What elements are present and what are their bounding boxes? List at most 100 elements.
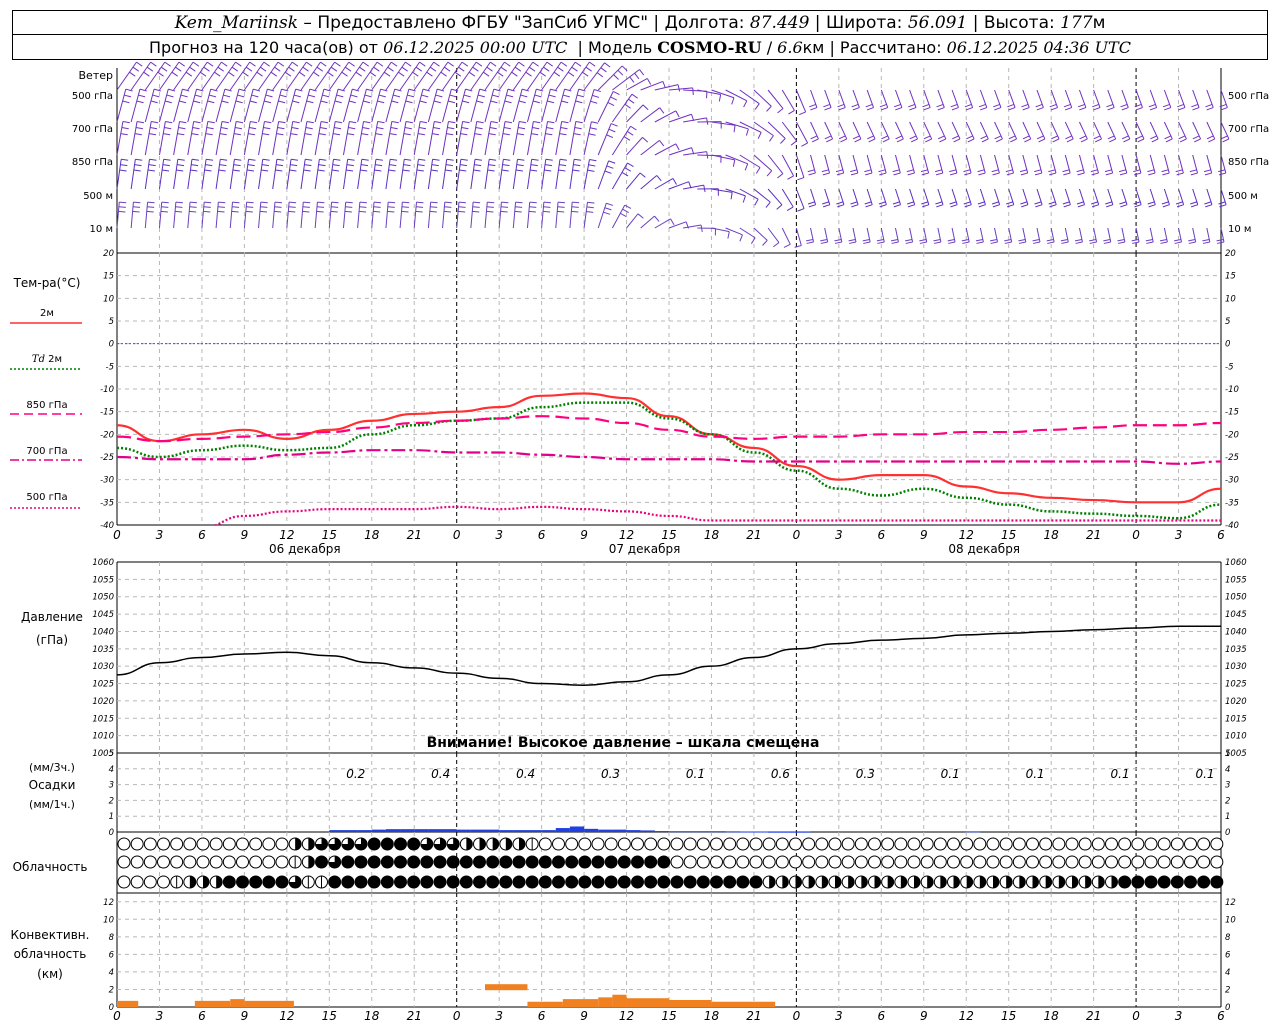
cloud-half-2-59 bbox=[900, 876, 907, 888]
wind-feather-3-11-2 bbox=[275, 169, 283, 172]
wind-feather-2-34-2 bbox=[606, 134, 614, 138]
ytick-left-253-1: 15 bbox=[103, 272, 114, 282]
wind-feather-2-12-1 bbox=[291, 127, 299, 130]
wind-feather-1-12-1 bbox=[293, 94, 301, 98]
wind-feather-3-60-1 bbox=[963, 201, 971, 205]
wind-feather-1-7-1 bbox=[223, 94, 231, 98]
wind-feather-1-77-0 bbox=[1208, 138, 1215, 143]
legend-700-label: 700 гПа bbox=[26, 446, 67, 457]
time-tick-lower-26: 6 bbox=[1217, 1009, 1225, 1023]
wind-feather-3-62-1 bbox=[991, 201, 999, 205]
wind-feather-0-76-0 bbox=[1192, 107, 1200, 111]
wind-feather-0-0-0 bbox=[136, 61, 143, 67]
wind-feather-3-38-0 bbox=[672, 178, 677, 185]
cloud-circle-1-67 bbox=[999, 855, 1013, 869]
wind-feather-3-78-0 bbox=[1219, 204, 1227, 208]
wind-barb-2-26 bbox=[484, 121, 492, 156]
cloud-half-2-71 bbox=[1058, 876, 1065, 888]
cloud-circle-1-5 bbox=[183, 855, 197, 869]
wind-feather-2-20-1 bbox=[404, 127, 412, 130]
cloud-circle-1-77 bbox=[1131, 855, 1145, 869]
cloud-circle-0-3 bbox=[157, 837, 170, 851]
cloud-circle-1-20 bbox=[380, 855, 394, 869]
wind-feather-0-77-1 bbox=[1205, 103, 1213, 108]
cloud-half-0-26 bbox=[466, 838, 473, 850]
wind-barb-2-22 bbox=[427, 121, 435, 156]
wind-feather-3-14-1 bbox=[318, 164, 326, 167]
precip-bar-26 bbox=[697, 831, 712, 833]
time-tick-upper-5: 15 bbox=[322, 528, 337, 542]
wind-feather-4-29-1 bbox=[529, 206, 537, 208]
wind-feather-4-78-0 bbox=[1217, 241, 1225, 244]
wind-feather-0-72-0 bbox=[1135, 107, 1143, 111]
wind-feather-2-6-0 bbox=[207, 121, 215, 124]
precip-label-5: 0.6 bbox=[771, 767, 790, 781]
cloud-half-2-50 bbox=[782, 876, 789, 888]
wind-feather-1-3-2 bbox=[164, 100, 172, 104]
wind-feather-4-24-1 bbox=[458, 206, 466, 208]
precip-label-9: 0.1 bbox=[1111, 767, 1130, 781]
wind-feather-0-59-0 bbox=[951, 107, 959, 111]
wind-barb-1-76 bbox=[1192, 121, 1202, 140]
cloud-circle-0-22 bbox=[407, 837, 421, 851]
precip-bar-22 bbox=[640, 830, 655, 832]
wind-feather-0-10-0 bbox=[277, 61, 285, 67]
wind-feather-2-21-1 bbox=[418, 127, 427, 130]
cloud-circle-0-74 bbox=[1091, 837, 1105, 851]
cloud-circle-0-66 bbox=[986, 837, 1000, 851]
wind-feather-0-65-1 bbox=[1035, 103, 1043, 108]
legend-td-symbol: Td bbox=[32, 354, 45, 365]
ytick-left-253-10: -30 bbox=[100, 476, 114, 486]
wind-feather-3-66-0 bbox=[1049, 204, 1057, 208]
wind-barb-4-2 bbox=[144, 202, 149, 229]
wind-barb-4-36 bbox=[626, 213, 639, 229]
wind-feather-4-3-1 bbox=[161, 206, 169, 208]
ytick-right-893-6: 0 bbox=[1225, 1003, 1230, 1013]
wind-feather-2-14-2 bbox=[318, 133, 326, 136]
precip-bar-0 bbox=[329, 830, 344, 832]
wind-feather-4-34-2 bbox=[603, 211, 611, 215]
ytick-left-753-2: 3 bbox=[109, 781, 114, 791]
wind-feather-0-19-2 bbox=[398, 71, 405, 77]
wind-feather-0-54-1 bbox=[879, 103, 887, 108]
wind-feather-0-50-1 bbox=[823, 103, 831, 108]
wind-feather-3-29-1 bbox=[530, 164, 538, 167]
ytick-right-753-1: 4 bbox=[1225, 765, 1230, 775]
wind-barb-1-11 bbox=[272, 89, 282, 123]
wind-feather-1-56-0 bbox=[910, 138, 918, 143]
wind-feather-3-21-0 bbox=[418, 158, 426, 161]
wind-feather-2-8-0 bbox=[236, 121, 244, 124]
wind-feather-2-5-2 bbox=[191, 133, 199, 136]
cloud-circle-2-25 bbox=[446, 875, 460, 889]
cloud-circle-0-75 bbox=[1105, 837, 1118, 851]
ytick-right-562-1: 1055 bbox=[1225, 575, 1247, 585]
wind-feather-4-18-1 bbox=[373, 206, 381, 208]
wind-feather-3-3-0 bbox=[163, 158, 171, 161]
conv-bar-1 bbox=[194, 1000, 231, 1007]
cloud-circle-1-42 bbox=[670, 855, 684, 869]
cloud-half-2-62 bbox=[940, 876, 947, 888]
wind-barb-2-25 bbox=[470, 121, 478, 156]
cloud-circle-1-6 bbox=[196, 855, 210, 869]
cloud-circle-0-73 bbox=[1078, 837, 1092, 851]
wind-feather-1-3-1 bbox=[166, 94, 174, 98]
wind-feather-0-36-0 bbox=[646, 78, 652, 85]
wind-barb-1-57 bbox=[923, 121, 933, 140]
wind-feather-2-12-0 bbox=[292, 121, 300, 124]
wind-feather-0-62-0 bbox=[994, 107, 1002, 111]
wind-feather-0-3-2 bbox=[171, 71, 178, 77]
wind-feather-4-17-1 bbox=[359, 206, 367, 208]
wind-feather-1-63-0 bbox=[1010, 138, 1017, 143]
wind-feather-0-64-1 bbox=[1021, 103, 1029, 108]
wind-feather-2-74-1 bbox=[1161, 169, 1169, 173]
cloud-half-2-57 bbox=[874, 876, 881, 888]
wind-feather-0-71-0 bbox=[1121, 107, 1129, 111]
wind-feather-3-61-0 bbox=[978, 204, 986, 208]
wind-feather-1-12-2 bbox=[292, 100, 300, 104]
time-tick-lower-8: 0 bbox=[453, 1009, 461, 1023]
wind-feather-0-53-1 bbox=[865, 103, 873, 108]
precip-bar-3 bbox=[371, 829, 386, 832]
precip-label-6: 0.3 bbox=[856, 767, 875, 781]
wind-barb-3-13 bbox=[300, 159, 306, 190]
precip-bar-13 bbox=[513, 830, 528, 832]
